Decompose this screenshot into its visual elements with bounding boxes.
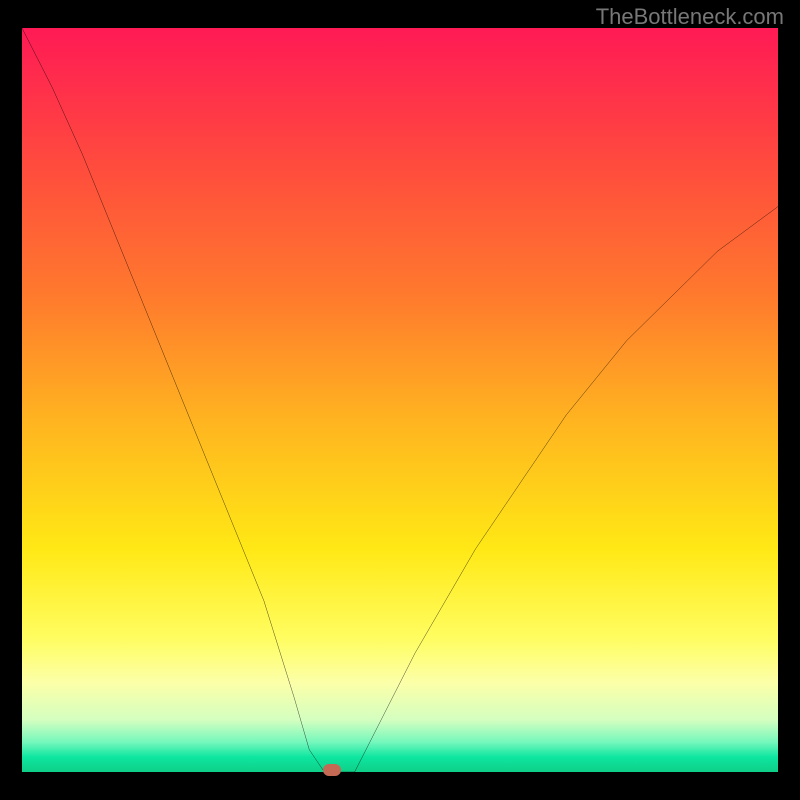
chart-container: TheBottleneck.com	[0, 0, 800, 800]
plot-area	[22, 28, 778, 772]
minimum-marker	[323, 764, 341, 776]
watermark-text: TheBottleneck.com	[596, 4, 784, 30]
bottleneck-curve	[22, 28, 778, 772]
curve-svg	[22, 28, 778, 772]
